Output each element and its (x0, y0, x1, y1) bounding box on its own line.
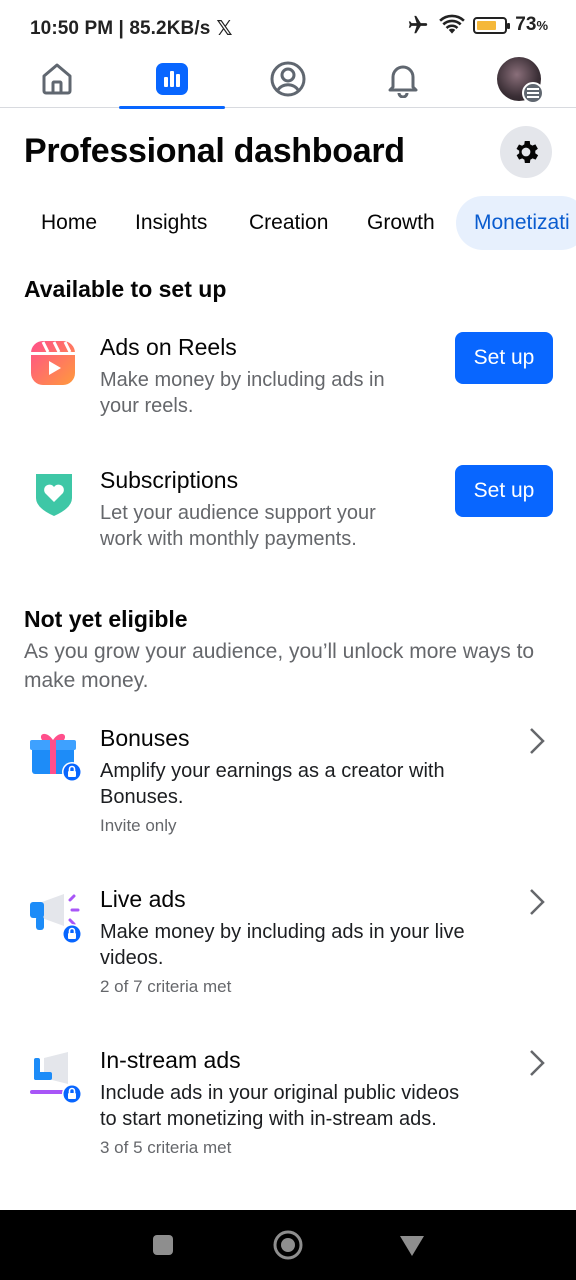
heart-shield-icon (36, 474, 72, 516)
recents-button-icon[interactable] (151, 1233, 175, 1257)
bonuses-desc-1: Amplify your earnings as a creator with (100, 760, 445, 782)
subscriptions-desc-1: Let your audience support your (100, 502, 376, 524)
battery-percent: 73 (515, 14, 537, 35)
live-ads-meta: 2 of 7 criteria met (100, 977, 232, 996)
bonuses-chevron-right-icon[interactable] (524, 726, 550, 756)
nav-dashboard[interactable] (119, 50, 225, 109)
tab-bar: Home Insights Creation Growth Monetizati (0, 196, 576, 252)
tab-creation[interactable]: Creation (249, 196, 328, 250)
gift-icon (30, 733, 82, 782)
top-nav (0, 50, 576, 109)
instream-ads-desc-1: Include ads in your original public vide… (100, 1082, 460, 1104)
wifi-icon (439, 14, 466, 34)
live-ads-title: Live ads (100, 886, 186, 912)
home-icon (42, 63, 72, 95)
bonuses-title: Bonuses (100, 725, 190, 751)
bell-icon (388, 65, 418, 98)
not-eligible-sub-1: As you grow your audience, you’ll unlock… (24, 640, 535, 663)
section-title-not-eligible: Not yet eligible (24, 606, 188, 632)
settings-button[interactable] (500, 126, 552, 178)
nav-profile[interactable] (235, 50, 341, 108)
instream-ads-chevron-right-icon[interactable] (524, 1048, 550, 1078)
subscriptions-setup-button[interactable]: Set up (455, 465, 553, 517)
ads-on-reels-desc-1: Make money by including ads in (100, 369, 385, 391)
live-ads-desc-2: videos. (100, 947, 164, 969)
avatar (497, 57, 544, 104)
live-ads-desc-1: Make money by including ads in your live (100, 921, 465, 943)
status-bar: 10:50 PM | 85.2KB/s 𝕏 73% (0, 0, 576, 54)
back-button-icon[interactable] (398, 1234, 426, 1258)
instream-ads-desc-2: to start monetizing with in-stream ads. (100, 1108, 437, 1130)
tab-growth[interactable]: Growth (367, 196, 435, 250)
nav-notifications[interactable] (350, 50, 456, 108)
page-title: Professional dashboard (24, 132, 405, 170)
tab-monetization[interactable]: Monetizati (456, 196, 576, 250)
not-eligible-sub-2: make money. (24, 669, 149, 692)
nav-menu[interactable] (466, 50, 572, 108)
instream-icon (30, 1052, 82, 1104)
battery-icon (473, 16, 511, 34)
battery-level: 73% (515, 14, 548, 36)
home-button-icon[interactable] (272, 1229, 304, 1261)
ads-on-reels-desc-2: your reels. (100, 395, 194, 417)
status-icons: 73% (405, 14, 548, 36)
bonuses-meta: Invite only (100, 816, 177, 835)
section-title-available: Available to set up (24, 276, 227, 302)
ads-on-reels-setup-button[interactable]: Set up (455, 332, 553, 384)
nav-home[interactable] (4, 50, 110, 108)
menu-icon (522, 82, 544, 104)
dashboard-icon (156, 63, 188, 95)
bonuses-desc-2: Bonuses. (100, 786, 184, 808)
tab-home[interactable]: Home (41, 196, 97, 250)
instream-ads-meta: 3 of 5 criteria met (100, 1138, 232, 1157)
subscriptions-desc-2: work with monthly payments. (100, 528, 357, 550)
profile-icon (270, 61, 306, 97)
instream-ads-title: In-stream ads (100, 1047, 241, 1073)
subscriptions-title: Subscriptions (100, 467, 239, 493)
gear-icon (516, 141, 539, 163)
reels-icon (31, 341, 75, 385)
x-logo-icon: 𝕏 (216, 18, 233, 40)
system-nav-bar (0, 1210, 576, 1280)
live-ads-chevron-right-icon[interactable] (524, 887, 550, 917)
megaphone-icon (30, 894, 82, 944)
status-time-speed: 10:50 PM | 85.2KB/s 𝕏 (30, 16, 233, 41)
tab-insights[interactable]: Insights (135, 196, 207, 250)
status-time-text: 10:50 PM | 85.2KB/s (30, 17, 211, 39)
battery-unit: % (536, 18, 548, 33)
airplane-icon (409, 15, 428, 34)
ads-on-reels-title: Ads on Reels (100, 334, 237, 360)
